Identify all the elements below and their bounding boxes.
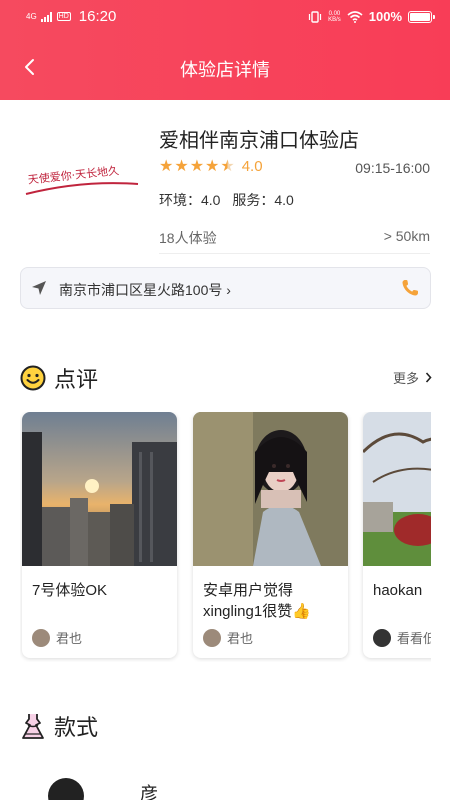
review-photo [363, 412, 431, 566]
star-icon: ★ [159, 157, 174, 175]
chevron-right-icon [425, 372, 432, 383]
store-logo: 天使爱你·天长地久 [22, 150, 142, 210]
author-name: 看看低 [397, 631, 431, 646]
review-author: 看看低 [373, 628, 431, 647]
reviews-title: 点评 [54, 367, 99, 392]
more-label: 更多 [392, 371, 419, 386]
rating-value: 4.0 [241, 158, 263, 175]
experience-count: 18人体验 [159, 230, 217, 246]
review-list: 7号体验OK 君也 安卓用户觉得xingling1很赞👍 君也 haokan 看… [20, 412, 431, 662]
page-title: 体验店详情 [180, 60, 270, 80]
review-author: 君也 [203, 628, 253, 647]
smiley-icon [20, 365, 46, 391]
review-title: 7号体验OK [32, 582, 108, 599]
battery-percent: 100% [368, 9, 402, 24]
dress-icon [22, 714, 44, 739]
address-bar[interactable]: 南京市浦口区星火路100号 › [20, 267, 431, 309]
status-time: 16:20 [78, 8, 117, 25]
review-card[interactable]: 7号体验OK 君也 [22, 412, 177, 658]
opening-hours: 09:15-16:00 [355, 160, 430, 176]
distance: > 50km [383, 228, 430, 244]
style-item-name: 彦 [140, 784, 158, 800]
author-name: 君也 [56, 631, 83, 646]
review-photo [193, 412, 348, 566]
wifi-icon [347, 10, 363, 23]
navigation-icon [32, 281, 46, 295]
store-address[interactable]: 南京市浦口区星火路100号 › [59, 280, 231, 300]
review-card[interactable]: haokan 看看低 [363, 412, 431, 658]
styles-header: 款式 [20, 710, 98, 742]
styles-title: 款式 [54, 715, 99, 740]
avatar [32, 628, 50, 647]
review-title: 安卓用户觉得xingling1很赞👍 [203, 582, 311, 620]
half-star-icon: ★ [220, 157, 235, 175]
store-name: 爱相伴南京浦口体验店 [159, 130, 359, 152]
app-header: 4G HD 16:20 0.00 KB/s 100% 体验店详情 [0, 0, 450, 100]
review-title: haokan [373, 582, 423, 599]
reviews-header: 点评 [20, 362, 98, 394]
battery-icon [408, 10, 435, 23]
review-card[interactable]: 安卓用户觉得xingling1很赞👍 君也 [193, 412, 348, 658]
environment-score: 环境：4.0 [159, 192, 221, 208]
scores: 环境：4.0 服务：4.0 [159, 190, 294, 210]
network-speed: 0.00 KB/s [328, 10, 341, 23]
star-icon: ★ [174, 157, 189, 175]
star-icon: ★ [189, 157, 205, 175]
more-reviews-link[interactable]: 更多 [393, 368, 432, 387]
status-bar: 4G HD 16:20 0.00 KB/s 100% [0, 0, 450, 34]
author-name: 君也 [227, 631, 254, 646]
hd-badge: HD [56, 12, 71, 21]
network-type: 4G [26, 11, 37, 21]
phone-icon[interactable] [400, 278, 420, 298]
avatar [203, 628, 221, 647]
star-icon: ★ [205, 157, 220, 175]
review-photo [22, 412, 177, 566]
rating-stars: ★ ★ ★ ★ ★ 4.0 [159, 158, 263, 175]
service-score: 服务：4.0 [232, 192, 294, 208]
divider [159, 253, 430, 254]
avatar [373, 628, 391, 647]
review-author: 君也 [32, 628, 82, 647]
style-item-avatar[interactable] [48, 778, 84, 800]
vibrate-icon [308, 10, 322, 23]
signal-icon [40, 11, 52, 22]
